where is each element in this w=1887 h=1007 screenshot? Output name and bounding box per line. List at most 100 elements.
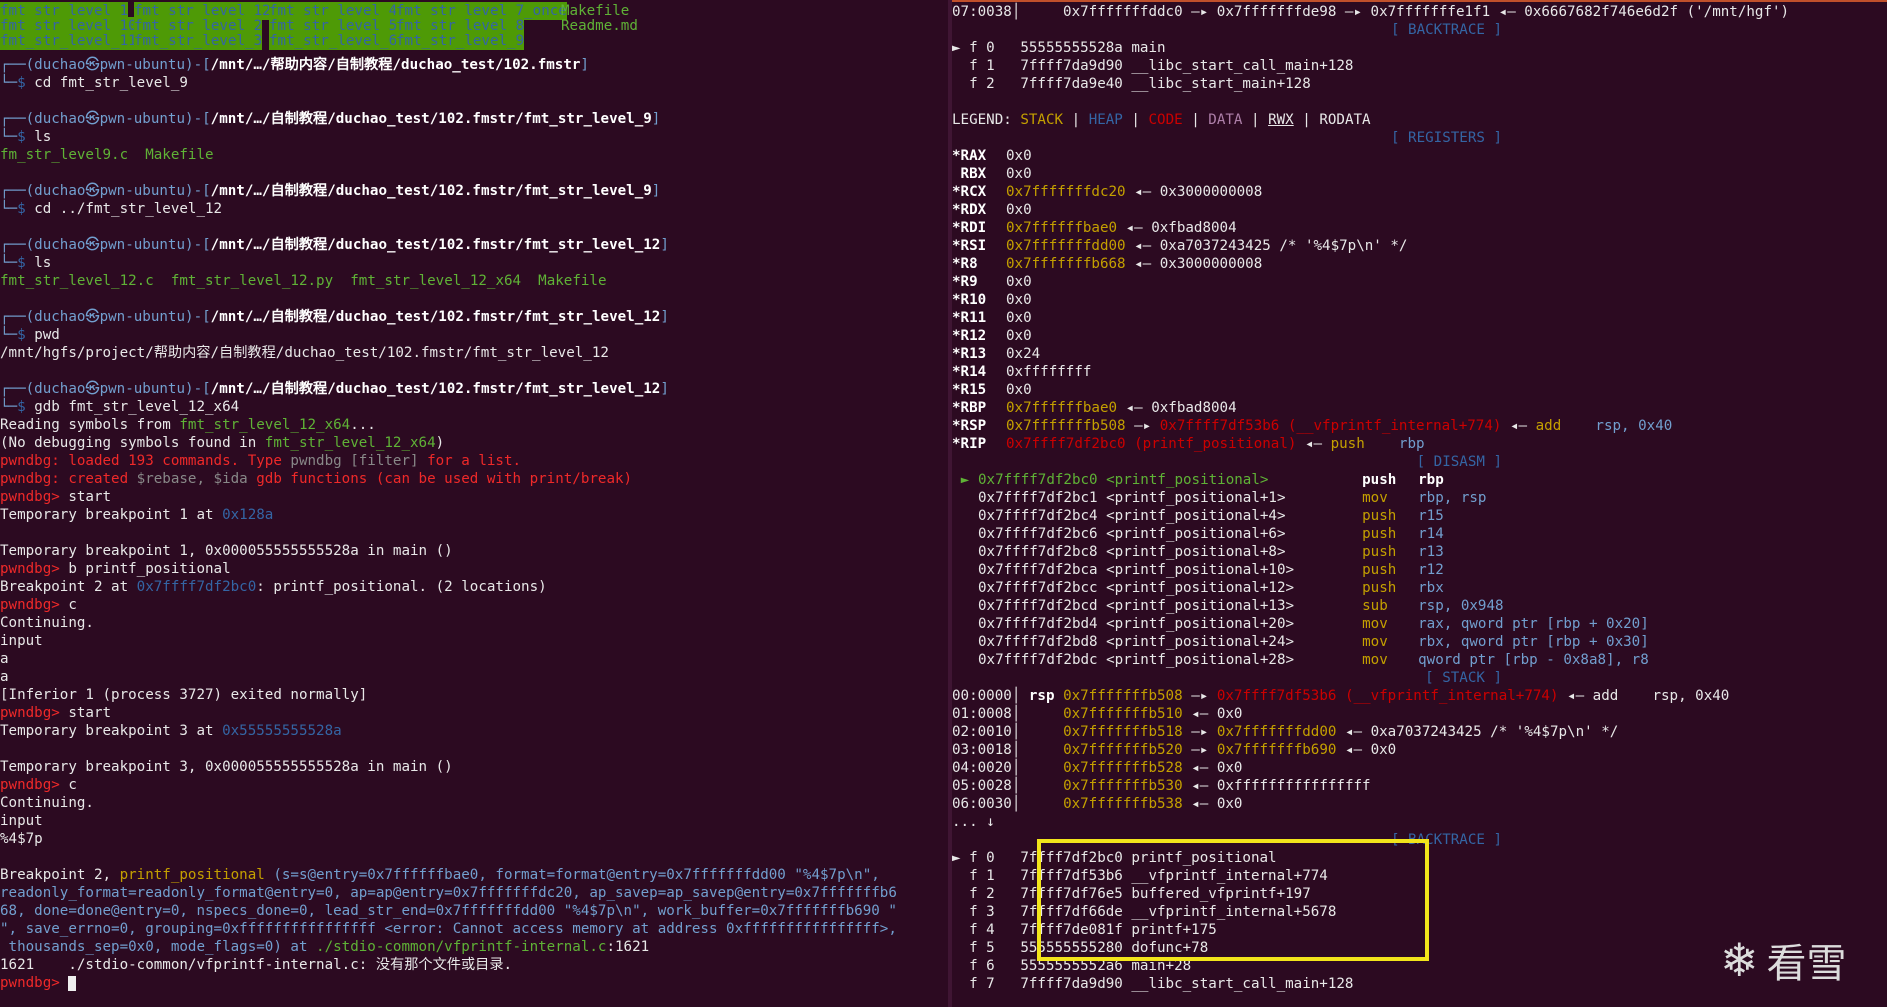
text-span: —▸ <box>1182 742 1217 758</box>
pwndbg-prompt-line: pwndbg> start <box>0 488 948 506</box>
disasm-row: 0x7ffff7df2bc6 <printf_positional+6> push… <box>952 525 1887 543</box>
text-span: ◂— 0xffffffffffffffff <box>1182 778 1371 794</box>
stack-register <box>1020 706 1063 722</box>
text-span: Breakpoint 2 at <box>0 579 137 595</box>
prompt-tail: └─ <box>0 327 18 343</box>
stack-address: 0x7fffffffb518 <box>1063 724 1183 740</box>
disasm-row: 0x7ffff7df2bd8 <printf_positional+24> mov… <box>952 633 1887 651</box>
current-instruction-marker <box>952 489 978 507</box>
prompt-line: ┌──(duchao㉿pwn-ubuntu)-[/mnt/…/自制教程/duch… <box>0 380 948 398</box>
disasm-row: 0x7ffff7df2bcd <printf_positional+13> sub… <box>952 597 1887 615</box>
text-span: Temporary breakpoint 1 at <box>0 507 223 523</box>
stack-line: 07:0038│ 0x7fffffffddc0 —▸ 0x7fffffffde9… <box>952 3 1887 21</box>
terminal-line: readonly_format=readonly_format@entry=0,… <box>0 884 948 902</box>
command-text: ls <box>34 255 52 271</box>
text-span: pwndbg: loaded 193 commands. Type <box>0 453 291 469</box>
file-entry: fmt_str_level_12.c <box>0 273 154 289</box>
register-row: *R9 0x0 <box>952 273 1887 291</box>
prompt-line: ┌──(duchao㉿pwn-ubuntu)-[/mnt/…/自制教程/duch… <box>0 308 948 326</box>
prompt-dollar: $ <box>17 399 35 415</box>
frame-address: 7ffff7da9e40 <box>1020 76 1123 92</box>
file-entry: fmt_str_level_12.py <box>170 273 334 289</box>
prompt-dollar: $ <box>17 327 35 343</box>
instruction-symbol: <printf_positional+4> <box>1106 508 1286 524</box>
prompt-line: ┌──(duchao㉿pwn-ubuntu)-[/mnt/…/自制教程/duch… <box>0 110 948 128</box>
pwndbg-prompt: pwndbg> <box>0 597 69 613</box>
instruction-symbol: <printf_positional+13> <box>1106 598 1295 614</box>
stack-offset: 06:0030│ <box>952 796 1021 812</box>
register-name: *RAX <box>952 148 987 164</box>
left-terminal-pane[interactable]: fmt_str_level_1 fmt_str_level_12 fmt_str_l… <box>0 0 948 1007</box>
prompt-line: ┌──(duchao㉿pwn-ubuntu)-[/mnt/…/自制教程/duch… <box>0 182 948 200</box>
instruction-symbol: <printf_positional+20> <box>1106 616 1295 632</box>
current-instruction-marker <box>952 597 978 615</box>
text-span: ◂— 0x0 <box>1182 760 1243 776</box>
mnemonic: mov <box>1362 490 1388 506</box>
command-line: └─$ gdb fmt_str_level_12_x64 <box>0 398 948 416</box>
current-instruction-marker <box>952 507 978 525</box>
prompt-dash: -[ <box>193 57 211 73</box>
prompt-dollar: $ <box>17 201 35 217</box>
text-span: thousands_sep=0x0, mode_flags=0) at <box>0 939 317 955</box>
pwndbg-prompt-line: pwndbg> b printf_positional <box>0 560 948 578</box>
instruction-address: 0x7ffff7df2bd8 <box>978 634 1098 650</box>
prompt-user: (duchao㉿pwn-ubuntu) <box>25 57 194 73</box>
text-span: fmt_str_level_12_x64 <box>179 417 351 433</box>
backtrace-highlight-box <box>1037 839 1429 961</box>
pwndbg-prompt: pwndbg> <box>0 561 69 577</box>
stack-address: 0x7fffffffb530 <box>1063 778 1183 794</box>
register-name: *R15 <box>952 382 987 398</box>
register-value: 0x0 <box>1006 166 1032 182</box>
mnemonic: push <box>1362 562 1397 578</box>
terminal-line: input <box>0 632 948 650</box>
prompt-dash: -[ <box>193 309 211 325</box>
register-row: *RSI 0x7fffffffdd00 ◂— 0xa7037243425 /* '… <box>952 237 1887 255</box>
backtrace-frame: f 1 7ffff7da9d90 __libc_start_call_main+… <box>952 57 1887 75</box>
text-span: ◂— <box>1296 436 1331 452</box>
register-row: *R8 0x7fffffffb668 ◂— 0x3000000008 <box>952 255 1887 273</box>
command-line: └─$ cd ../fmt_str_level_12 <box>0 200 948 218</box>
terminal-line: Temporary breakpoint 3 at 0x55555555528a <box>0 722 948 740</box>
prompt-corner: ┌── <box>0 111 26 127</box>
register-value: 0x0 <box>1006 148 1032 164</box>
text-span: ◂— 0xa7037243425 /* '%4$7p\n' */ <box>1336 724 1619 740</box>
current-instruction-marker <box>952 633 978 651</box>
text-span: 0x128a <box>222 507 274 523</box>
command-line: └─$ ls <box>0 254 948 272</box>
snowflake-icon: ❄ <box>1720 933 1759 987</box>
section-header-text: [ BACKTRACE ] <box>1390 22 1502 38</box>
register-name: *R14 <box>952 364 987 380</box>
command-text: c <box>68 777 77 793</box>
mnemonic: mov <box>1362 634 1388 650</box>
text-span: DATA <box>1208 112 1243 128</box>
file-entry: Makefile <box>145 147 214 163</box>
stack-address: 0x7fffffffb508 <box>1063 688 1183 704</box>
text-span: | <box>1182 112 1209 128</box>
operands: r15 <box>1418 508 1444 524</box>
watermark-text: 看雪 <box>1766 941 1847 987</box>
terminal-cursor[interactable] <box>68 975 77 991</box>
stack-register <box>1020 760 1063 776</box>
register-row: *R14 0xffffffff <box>952 363 1887 381</box>
prompt-corner: ┌── <box>0 57 26 73</box>
pwndbg-prompt-line: pwndbg> start <box>0 704 948 722</box>
prompt-dollar: $ <box>17 75 35 91</box>
backtrace-frame: ► f 0 55555555528a main <box>952 39 1887 57</box>
instruction-address: 0x7ffff7df2bcd <box>978 598 1098 614</box>
register-value: 0x7fffffffb668 <box>1006 256 1126 272</box>
prompt-user: (duchao㉿pwn-ubuntu) <box>25 111 194 127</box>
prompt-path: /mnt/…/帮助内容/自制教程/duchao_test/102.fmstr <box>210 57 581 73</box>
text-span: a <box>0 651 9 667</box>
text-span: (s=s@entry=0x7ffffffbae0, format=format@… <box>264 867 880 883</box>
command-text: start <box>68 489 112 505</box>
prompt-line: ┌──(duchao㉿pwn-ubuntu)-[/mnt/…/自制教程/duch… <box>0 236 948 254</box>
stack-offset: 04:0020│ <box>952 760 1021 776</box>
terminal-line: pwndbg: loaded 193 commands. Type pwndbg… <box>0 452 948 470</box>
terminal-line: Continuing. <box>0 794 948 812</box>
operands: rbp <box>1418 472 1444 488</box>
register-name: *R9 <box>952 274 978 290</box>
frame-address: 7ffff7da9d90 <box>1020 976 1123 992</box>
text-span: ", save_errno=0, grouping=0xffffffffffff… <box>0 921 897 937</box>
operands: qword ptr [rbp - 0x8a8], r8 <box>1418 652 1649 668</box>
register-value: 0x7fffffffdd00 <box>1006 238 1126 254</box>
